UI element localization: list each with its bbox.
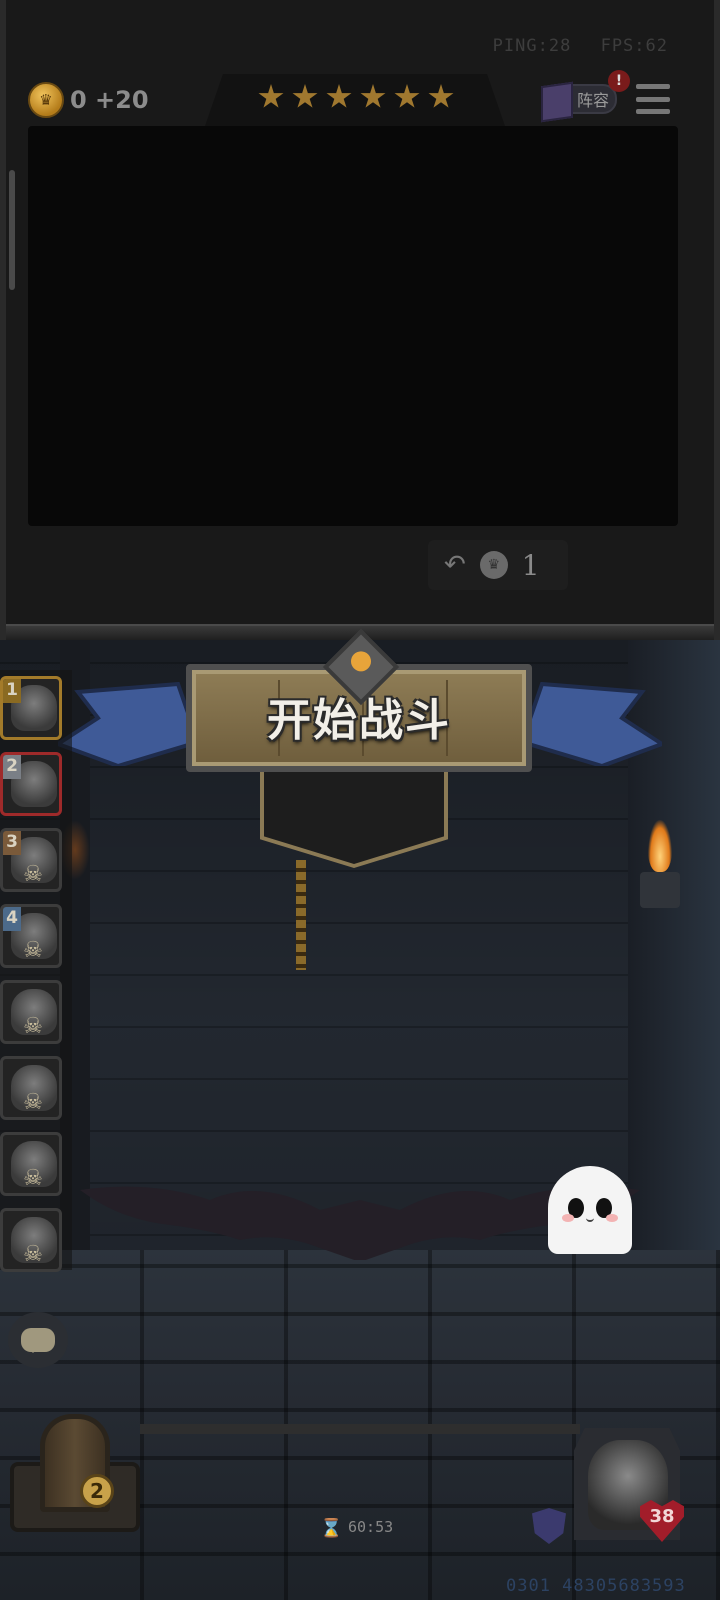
menu-icon-bar	[636, 84, 670, 89]
menu-button[interactable]	[636, 84, 670, 114]
hero-slot[interactable]: ☠	[0, 980, 62, 1044]
ghost-mouth	[586, 1216, 594, 1222]
torch-flame-icon	[648, 820, 672, 872]
chat-button[interactable]	[8, 1312, 68, 1368]
coin-text: 0 +20	[70, 86, 149, 114]
skull-icon: ☠	[23, 1014, 43, 1039]
hero-slot[interactable]: ☠	[0, 1056, 62, 1120]
refresh-icon: ↶	[444, 550, 466, 580]
coin-icon: ♛	[28, 82, 64, 118]
menu-icon-bar	[636, 96, 670, 102]
skull-icon: ☠	[23, 862, 43, 887]
fps-text: FPS:62	[600, 36, 668, 56]
hero-list: 1 2 3 ☠ 4 ☠ ☠ ☠ ☠ ☠	[0, 676, 70, 1284]
hero-slot[interactable]: 2	[0, 752, 62, 816]
menu-icon-bar	[636, 109, 670, 114]
hero-rank: 3	[3, 831, 21, 855]
hero-slot[interactable]: 3 ☠	[0, 828, 62, 892]
hero-rank: 4	[3, 907, 21, 931]
ghost-companion[interactable]	[548, 1166, 632, 1254]
hero-slot[interactable]: ☠	[0, 1132, 62, 1196]
hp-value: 38	[649, 1506, 675, 1527]
skull-icon: ☠	[23, 1090, 43, 1115]
star-icon	[292, 84, 318, 108]
coin-counter: ♛ 0 +20	[28, 82, 149, 118]
skull-icon: ☠	[23, 1242, 43, 1267]
hero-slot[interactable]: 4 ☠	[0, 904, 62, 968]
star-icon	[326, 84, 352, 108]
chat-icon	[21, 1328, 55, 1353]
door-count-badge: 2	[80, 1474, 114, 1508]
hero-slot[interactable]: 1	[0, 676, 62, 740]
ghost-cheek	[562, 1214, 574, 1222]
ping-text: PING:28	[492, 36, 572, 56]
hero-slot[interactable]: ☠	[0, 1208, 62, 1272]
ghost-cheek	[606, 1214, 618, 1222]
star-icon	[258, 84, 284, 108]
refresh-button[interactable]: ↶ ♛ 1	[428, 540, 568, 590]
crown-coin-icon: ♛	[479, 551, 508, 579]
star-icon	[394, 84, 420, 108]
skull-icon: ☠	[23, 1166, 43, 1191]
network-stats: PING:28 FPS:62	[475, 36, 668, 56]
refresh-cost: 1	[521, 548, 540, 582]
rope	[296, 860, 306, 970]
hero-rank: 2	[3, 755, 21, 779]
star-rating	[258, 84, 454, 110]
shop-board[interactable]	[28, 126, 678, 526]
bottom-frame	[140, 1424, 580, 1494]
book-icon	[541, 81, 573, 123]
lineup-button[interactable]: 阵容	[541, 81, 617, 123]
player-id: 0301 48305683593	[506, 1576, 686, 1596]
hourglass-icon: ⌛	[320, 1518, 343, 1539]
lineup-label: 阵容	[576, 91, 609, 110]
skull-icon: ☠	[23, 938, 43, 963]
star-icon	[428, 84, 454, 108]
round-timer: 60:53	[348, 1518, 394, 1536]
alert-badge: !	[608, 70, 630, 92]
star-icon	[360, 84, 386, 108]
scrollbar-thumb[interactable]	[9, 170, 15, 290]
hero-rank: 1	[3, 679, 21, 703]
torch-holder	[640, 872, 680, 908]
